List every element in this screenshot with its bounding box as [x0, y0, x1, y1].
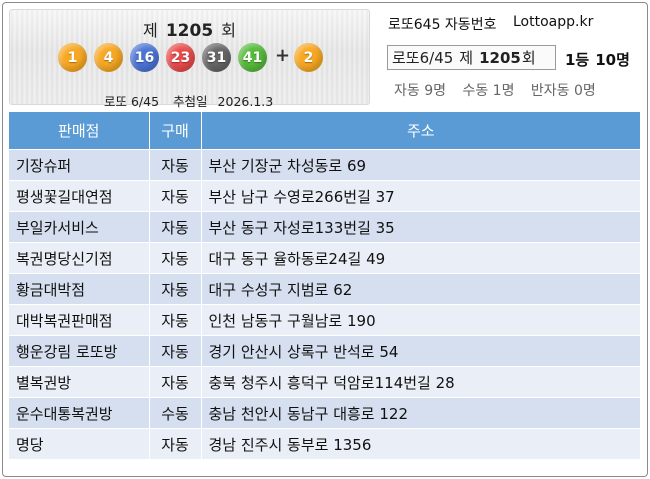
purchase-type: 자동: [148, 149, 201, 181]
purchase-type: 자동: [148, 180, 201, 212]
column-header-address: 주소: [200, 112, 640, 150]
manual-count: 수동 1명: [462, 83, 515, 99]
shop-name: 대박복권판매점: [9, 304, 149, 336]
table-row[interactable]: 별복권방 자동 충북 청주시 흥덕구 덕암로114번길 28: [9, 366, 640, 398]
number-ball-5: 31: [202, 43, 231, 72]
draw-info: 로또 6/45 추첨일 2026.1.3: [104, 91, 283, 110]
shop-address: 부산 동구 자성로133번길 35: [200, 211, 640, 243]
bonus-ball: 2: [294, 43, 323, 72]
shop-name: 기장슈퍼: [9, 149, 149, 181]
shop-name: 명당: [9, 428, 149, 459]
table-row[interactable]: 복권명당신기점 자동 대구 동구 율하동로24길 49: [9, 242, 640, 274]
round-box-game: 로또6/45: [392, 49, 454, 67]
purchase-type: 자동: [148, 242, 201, 274]
winner-count: 10명: [595, 51, 630, 69]
game-name: 로또 6/45: [104, 94, 160, 109]
prize-rank: 1등: [565, 51, 590, 69]
shop-name: 별복권방: [9, 366, 149, 398]
number-ball-1: 1: [58, 43, 87, 72]
table-row[interactable]: 황금대박점 자동 대구 수성구 지범로 62: [9, 273, 640, 305]
semi-auto-count: 반자동 0명: [530, 83, 596, 99]
round-box-number: 1205: [479, 48, 521, 67]
shop-name: 운수대통복권방: [9, 397, 149, 429]
winning-shops-table: 판매점 구매 주소 기장슈퍼 자동 부산 기장군 차성동로 69 평생꽃길대연점…: [9, 112, 640, 459]
plus-sign: +: [275, 45, 291, 66]
table-row[interactable]: 기장슈퍼 자동 부산 기장군 차성동로 69: [9, 149, 640, 181]
shop-name: 황금대박점: [9, 273, 149, 305]
shop-name: 평생꽃길대연점: [9, 180, 149, 212]
round-box-prefix: 제: [459, 49, 474, 67]
purchase-type: 자동: [148, 211, 201, 243]
number-ball-2: 4: [94, 43, 123, 72]
shop-name: 행운강림 로또방: [9, 335, 149, 367]
table-header-row: 판매점 구매 주소: [9, 112, 640, 150]
table-row[interactable]: 부일카서비스 자동 부산 동구 자성로133번길 35: [9, 211, 640, 243]
table-row[interactable]: 대박복권판매점 자동 인천 남동구 구월남로 190: [9, 304, 640, 336]
column-header-shop: 판매점: [9, 112, 149, 150]
purchase-type: 자동: [148, 366, 201, 398]
table-row[interactable]: 평생꽃길대연점 자동 부산 남구 수영로266번길 37: [9, 180, 640, 212]
shop-address: 부산 기장군 차성동로 69: [200, 149, 640, 181]
shop-address: 충북 청주시 흥덕구 덕암로114번길 28: [200, 366, 640, 398]
purchase-type-counts: 자동 9명 수동 1명 반자동 0명: [394, 80, 608, 100]
auto-count: 자동 9명: [394, 83, 446, 99]
shop-name: 부일카서비스: [9, 211, 149, 243]
shop-address: 경기 안산시 상록구 반석로 54: [200, 335, 640, 367]
shop-address: 대구 수성구 지범로 62: [200, 273, 640, 305]
number-ball-3: 16: [130, 43, 159, 72]
column-header-type: 구매: [148, 112, 201, 150]
app-title: 로또645 자동번호: [388, 17, 497, 33]
shop-address: 부산 남구 수영로266번길 37: [200, 180, 640, 212]
round-box-suffix: 회: [521, 49, 536, 67]
table-row[interactable]: 행운강림 로또방 자동 경기 안산시 상록구 반석로 54: [9, 335, 640, 367]
table-row[interactable]: 운수대통복권방 수동 충남 천안시 동남구 대흥로 122: [9, 397, 640, 429]
draw-date-label: 추첨일: [173, 94, 208, 109]
purchase-type: 자동: [148, 428, 201, 459]
round-selector[interactable]: 로또6/45 제 1205 회: [387, 45, 556, 70]
purchase-type: 수동: [148, 397, 201, 429]
round-prefix: 제: [143, 21, 158, 40]
draw-date: 2026.1.3: [217, 94, 274, 109]
purchase-type: 자동: [148, 304, 201, 336]
shop-address: 대구 동구 율하동로24길 49: [200, 242, 640, 274]
first-prize-winners: 1등 10명: [565, 49, 630, 70]
table-row[interactable]: 명당 자동 경남 진주시 동부로 1356: [9, 428, 640, 459]
purchase-type: 자동: [148, 273, 201, 305]
winning-numbers-panel: 제 1205 회 1 4 16 23 31 41 + 2 로또 6/45 추첨일…: [9, 9, 370, 109]
shop-address: 인천 남동구 구월남로 190: [200, 304, 640, 336]
site-link[interactable]: Lottoapp.kr: [513, 14, 593, 30]
number-ball-6: 41: [238, 43, 267, 72]
shop-address: 경남 진주시 동부로 1356: [200, 428, 640, 459]
shop-address: 충남 천안시 동남구 대흥로 122: [200, 397, 640, 429]
purchase-type: 자동: [148, 335, 201, 367]
shop-name: 복권명당신기점: [9, 242, 149, 274]
round-title: 제 1205 회: [9, 17, 370, 41]
round-suffix: 회: [221, 21, 236, 40]
round-number: 1205: [165, 21, 214, 41]
number-ball-4: 23: [166, 43, 195, 72]
